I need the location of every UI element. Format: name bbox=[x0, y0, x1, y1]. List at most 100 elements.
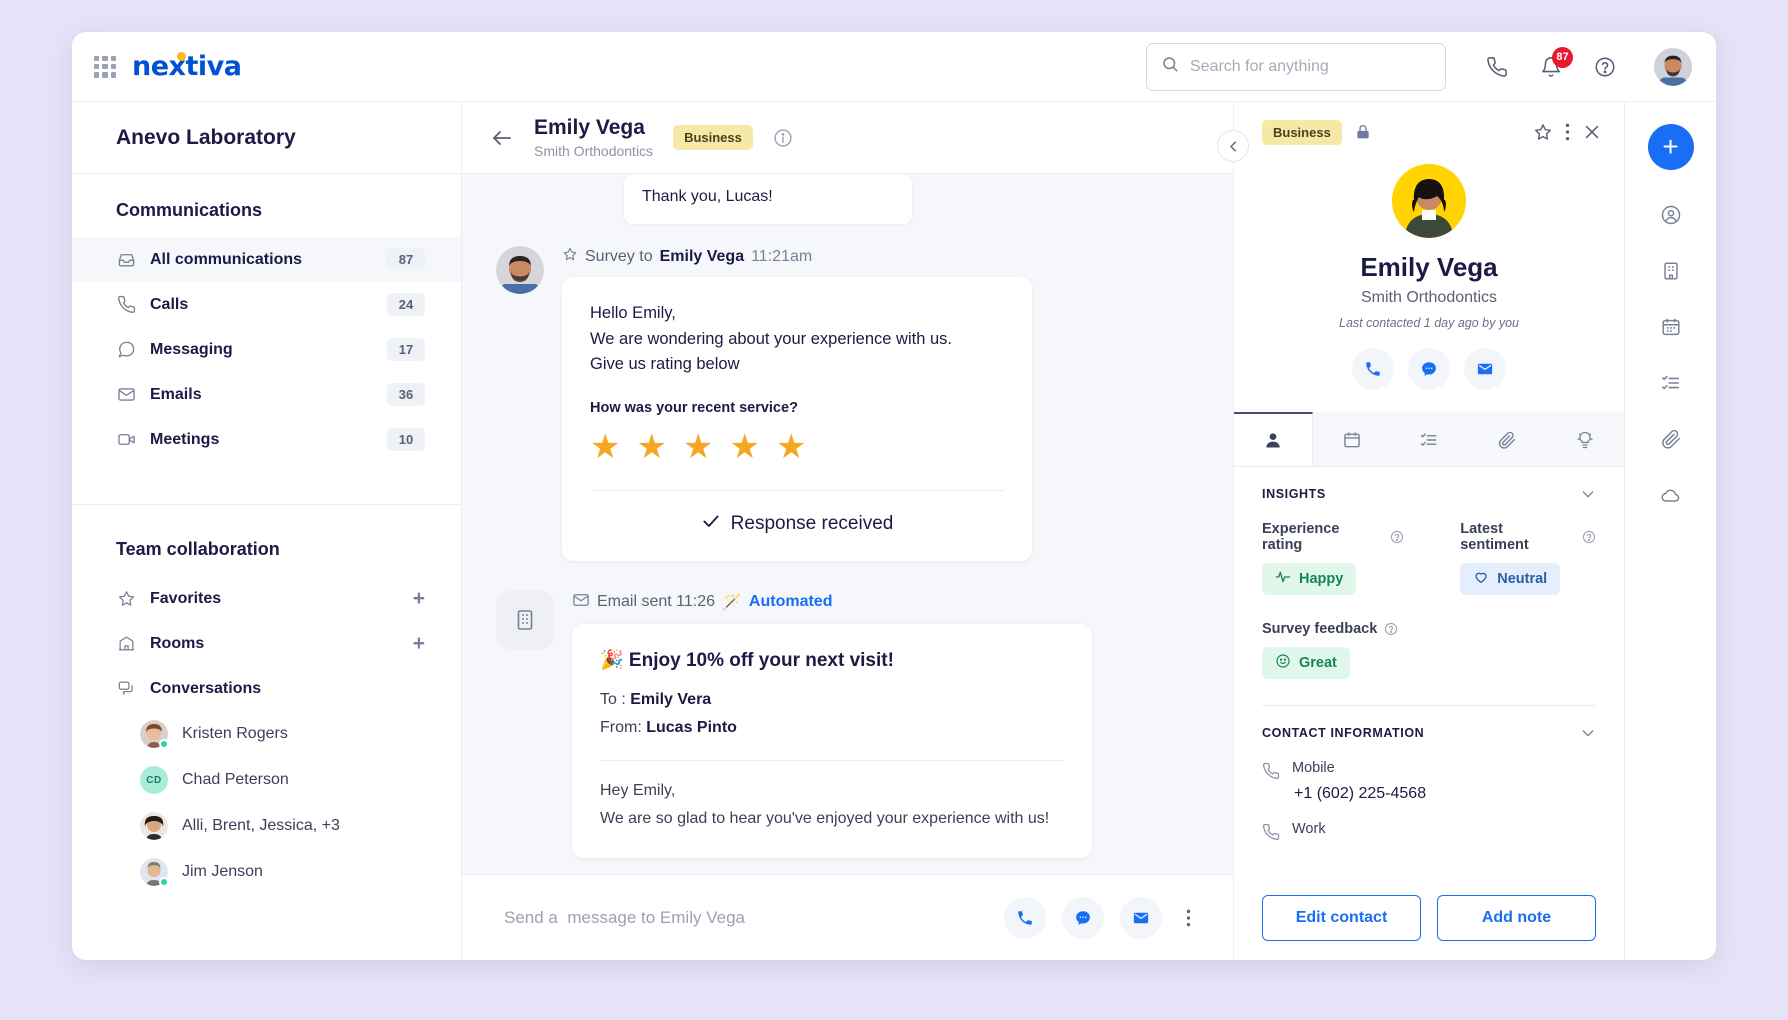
contact-information-section-header[interactable]: CONTACT INFORMATION bbox=[1262, 706, 1596, 760]
chevron-down-icon[interactable] bbox=[1580, 725, 1596, 741]
insights-section-header[interactable]: INSIGHTS bbox=[1262, 467, 1596, 521]
more-options-icon[interactable] bbox=[1565, 122, 1570, 142]
survey-star-rating[interactable]: ★ ★ ★ ★ ★ bbox=[590, 430, 1004, 464]
logo-text: nextiva bbox=[132, 51, 242, 82]
back-arrow-icon[interactable] bbox=[490, 126, 514, 150]
global-search[interactable] bbox=[1146, 42, 1446, 91]
sidebar-item-all-communications[interactable]: All communications 87 bbox=[72, 237, 461, 282]
tab-tasks[interactable] bbox=[1391, 412, 1469, 466]
message-icon[interactable] bbox=[1062, 896, 1104, 939]
edit-contact-button[interactable]: Edit contact bbox=[1262, 895, 1421, 941]
email-body-line-1: Hey Emily, bbox=[600, 781, 676, 799]
experience-rating-value: Happy bbox=[1262, 563, 1357, 595]
message-input[interactable] bbox=[504, 907, 988, 928]
help-icon[interactable] bbox=[1582, 530, 1596, 544]
calendar-icon[interactable] bbox=[1660, 316, 1682, 338]
collapse-panel-icon[interactable] bbox=[1217, 130, 1249, 162]
star-filled-icon[interactable]: ★ bbox=[683, 430, 713, 464]
add-note-button[interactable]: Add note bbox=[1437, 895, 1596, 941]
email-meta: Email sent 11:26 🪄 Automated bbox=[572, 591, 1199, 614]
contact-panel-content: INSIGHTS Experience rating Happy Latest … bbox=[1234, 467, 1624, 876]
contact-quick-actions bbox=[1352, 348, 1506, 390]
video-icon bbox=[116, 430, 136, 449]
more-options-icon[interactable] bbox=[1178, 908, 1199, 928]
email-from-label: From: bbox=[600, 718, 642, 736]
survey-feedback-text: Great bbox=[1299, 655, 1337, 671]
phone-icon bbox=[1262, 762, 1280, 780]
close-icon[interactable] bbox=[1582, 122, 1602, 142]
tasks-icon[interactable] bbox=[1660, 372, 1682, 394]
survey-feedback-value: Great bbox=[1262, 647, 1350, 679]
presence-indicator bbox=[159, 739, 169, 749]
help-icon[interactable] bbox=[1384, 622, 1398, 636]
phone-icon bbox=[1262, 823, 1280, 841]
sidebar-item-favorites[interactable]: Favorites + bbox=[72, 576, 461, 621]
star-filled-icon[interactable]: ★ bbox=[776, 430, 806, 464]
add-button[interactable]: + bbox=[1647, 124, 1694, 170]
survey-message: Survey to Emily Vega 11:21am Hello Emily… bbox=[496, 246, 1199, 561]
contact-profile: Emily Vega Smith Orthodontics Last conta… bbox=[1234, 162, 1624, 390]
email-content: Email sent 11:26 🪄 Automated 🎉 Enjoy 10%… bbox=[572, 591, 1199, 859]
search-input[interactable] bbox=[1190, 57, 1431, 76]
message-icon[interactable] bbox=[1408, 348, 1450, 390]
conversation-contact: Emily Vega Smith Orthodontics bbox=[534, 116, 653, 158]
info-icon[interactable] bbox=[773, 128, 793, 148]
experience-rating-label-row: Experience rating bbox=[1262, 521, 1404, 553]
list-item[interactable]: Alli, Brent, Jessica, +3 bbox=[72, 803, 461, 849]
team-collaboration-section: Team collaboration Favorites + Rooms + C… bbox=[72, 505, 461, 901]
sidebar-item-conversations[interactable]: Conversations bbox=[72, 666, 461, 711]
survey-response-status: Response received bbox=[590, 491, 1004, 537]
sidebar-item-rooms[interactable]: Rooms + bbox=[72, 621, 461, 666]
star-filled-icon[interactable]: ★ bbox=[636, 430, 666, 464]
app-grid-icon[interactable] bbox=[94, 55, 116, 78]
envelope-icon bbox=[116, 385, 136, 404]
conversation-contact-org: Smith Orthodontics bbox=[534, 142, 654, 159]
help-icon[interactable] bbox=[1594, 56, 1616, 78]
email-icon[interactable] bbox=[1464, 348, 1506, 390]
tab-insights[interactable] bbox=[1546, 412, 1624, 466]
user-avatar[interactable] bbox=[1654, 47, 1692, 86]
call-icon[interactable] bbox=[1004, 896, 1046, 939]
avatar bbox=[496, 246, 544, 294]
list-item[interactable]: Jim Jenson bbox=[72, 849, 461, 895]
building-icon[interactable] bbox=[1660, 260, 1682, 282]
sidebar-item-calls[interactable]: Calls 24 bbox=[72, 282, 461, 327]
list-item[interactable]: CD Chad Peterson bbox=[72, 757, 461, 803]
tab-calendar[interactable] bbox=[1313, 412, 1391, 466]
tab-person[interactable] bbox=[1234, 412, 1313, 466]
notifications-bell-icon[interactable]: 87 bbox=[1540, 46, 1573, 78]
call-icon[interactable] bbox=[1352, 348, 1394, 390]
latest-sentiment-value: Neutral bbox=[1460, 563, 1561, 595]
list-item[interactable]: Kristen Rogers bbox=[72, 711, 461, 757]
star-filled-icon[interactable]: ★ bbox=[590, 430, 620, 464]
favorite-star-icon[interactable] bbox=[1533, 122, 1553, 142]
sidebar-item-label: Calls bbox=[150, 295, 189, 313]
contact-last-contacted: Last contacted 1 day ago by you bbox=[1339, 316, 1519, 330]
survey-recipient: Emily Vega bbox=[659, 247, 745, 265]
insights-row-1: Experience rating Happy Latest sentiment… bbox=[1262, 521, 1596, 595]
nextiva-logo[interactable]: nextiva bbox=[132, 51, 242, 82]
contact-information-title: CONTACT INFORMATION bbox=[1262, 726, 1425, 740]
chevron-down-icon[interactable] bbox=[1580, 486, 1596, 502]
phone-icon[interactable] bbox=[1486, 56, 1508, 78]
workspace-title: Anevo Laboratory bbox=[72, 102, 461, 174]
contact-info-value[interactable]: +1 (602) 225-4568 bbox=[1294, 785, 1596, 803]
help-icon[interactable] bbox=[1390, 530, 1404, 544]
list-item-label: Alli, Brent, Jessica, +3 bbox=[182, 817, 340, 834]
logo-dot-icon bbox=[177, 52, 186, 61]
add-favorite-button[interactable]: + bbox=[413, 588, 425, 609]
sidebar-item-messaging[interactable]: Messaging 17 bbox=[72, 327, 461, 372]
person-icon[interactable] bbox=[1660, 204, 1682, 226]
star-filled-icon[interactable]: ★ bbox=[729, 430, 759, 464]
add-room-button[interactable]: + bbox=[413, 633, 425, 654]
previous-message-text: Thank you, Lucas! bbox=[642, 188, 773, 205]
email-icon[interactable] bbox=[1120, 896, 1162, 939]
tab-attachments[interactable] bbox=[1468, 412, 1546, 466]
cloud-icon[interactable] bbox=[1660, 484, 1682, 506]
email-to-row: To : Emily Vera bbox=[600, 686, 1064, 714]
survey-line-3: Give us rating below bbox=[590, 355, 740, 374]
sidebar-item-meetings[interactable]: Meetings 10 bbox=[72, 417, 461, 462]
communications-section: Communications All communications 87 Cal… bbox=[72, 174, 461, 468]
sidebar-item-emails[interactable]: Emails 36 bbox=[72, 372, 461, 417]
attachment-icon[interactable] bbox=[1660, 428, 1682, 450]
